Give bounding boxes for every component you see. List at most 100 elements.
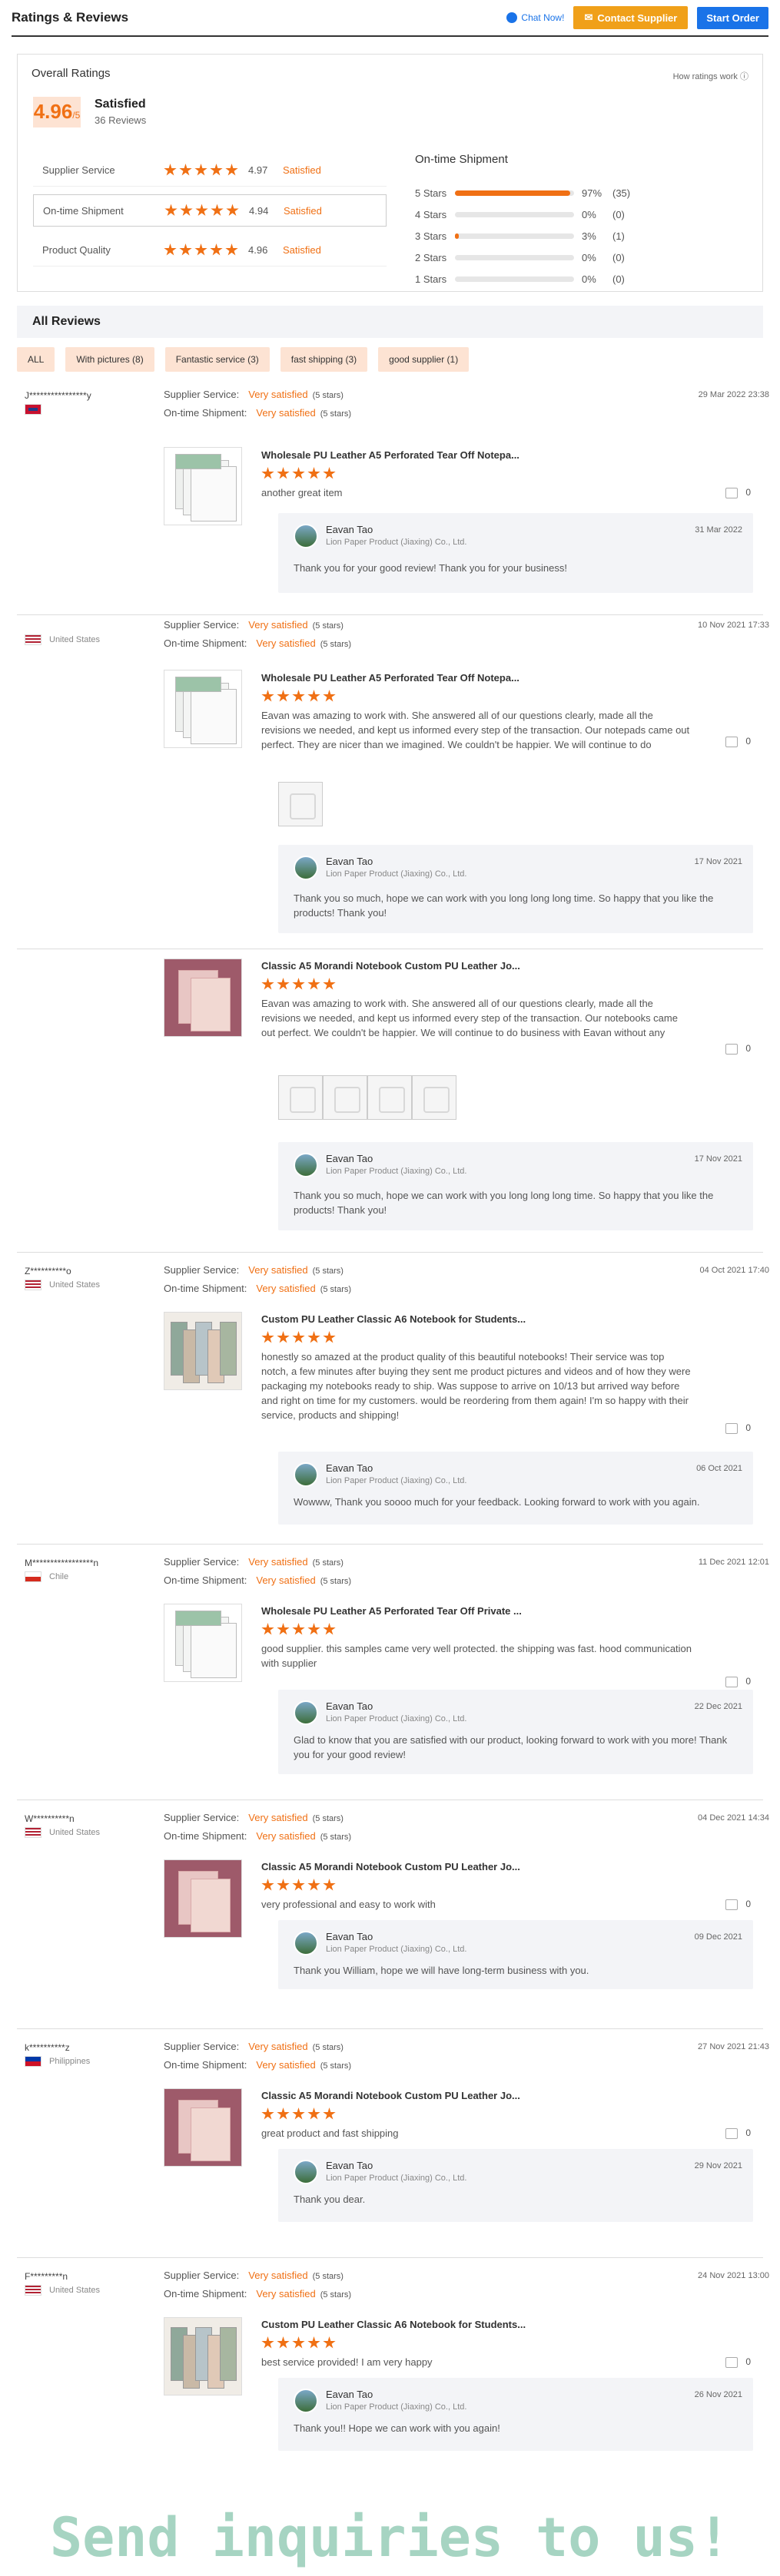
star-icon bbox=[180, 204, 193, 216]
star-icon bbox=[226, 204, 239, 216]
supplier-reply: Eavan Tao Lion Paper Product (Jiaxing) Co… bbox=[278, 513, 753, 593]
reply-text: Thank you so much, hope we can work with… bbox=[294, 1190, 714, 1216]
product-title[interactable]: Classic A5 Morandi Notebook Custom PU Le… bbox=[261, 2090, 520, 2101]
metric-status: Satisfied bbox=[283, 244, 321, 256]
supplier-reply: Eavan Tao Lion Paper Product (Jiaxing) Co… bbox=[278, 845, 753, 933]
review-body: good supplier. this samples came very we… bbox=[261, 1643, 692, 1669]
contact-supplier-button[interactable]: ✉ Contact Supplier bbox=[573, 6, 689, 29]
like-count: 0 bbox=[745, 1899, 751, 1909]
bar-label: 5 Stars bbox=[415, 187, 447, 199]
review-stars bbox=[261, 2336, 336, 2349]
metric-label: Supplier Service bbox=[42, 164, 115, 176]
product-thumbnail[interactable] bbox=[164, 959, 242, 1037]
review-divider bbox=[17, 2257, 763, 2258]
bar-count: (0) bbox=[612, 273, 625, 285]
star-icon bbox=[307, 978, 320, 990]
notebook-cover bbox=[175, 454, 221, 469]
star-icon bbox=[225, 243, 238, 256]
notebook-shape bbox=[220, 2327, 237, 2381]
star-icon bbox=[261, 1879, 274, 1891]
like-button[interactable]: 0 bbox=[725, 736, 751, 747]
review-photo[interactable] bbox=[278, 1075, 323, 1120]
like-button[interactable]: 0 bbox=[725, 1043, 751, 1055]
filter-chip[interactable]: good supplier (1) bbox=[378, 347, 470, 372]
review-photo[interactable] bbox=[367, 1075, 412, 1120]
rating-metric: On-time Shipment 4.94 Satisfied bbox=[33, 194, 387, 227]
supplier-reply: Eavan Tao Lion Paper Product (Jiaxing) Co… bbox=[278, 1452, 753, 1525]
start-order-button[interactable]: Start Order bbox=[697, 6, 768, 29]
review-stars bbox=[261, 2107, 336, 2121]
like-button[interactable]: 0 bbox=[725, 2356, 751, 2368]
star-icon bbox=[307, 1879, 320, 1891]
rating-status: Very satisfied bbox=[248, 2270, 308, 2281]
review-text: best service provided! I am very happy bbox=[261, 2355, 692, 2370]
rating-label: On-time Shipment: bbox=[164, 1574, 247, 1586]
vendor-name: Eavan Tao bbox=[326, 2160, 373, 2171]
metric-stars bbox=[164, 243, 248, 257]
product-title[interactable]: Wholesale PU Leather A5 Perforated Tear … bbox=[261, 449, 519, 461]
rating-status: Very satisfied bbox=[248, 619, 308, 631]
product-title[interactable]: Wholesale PU Leather A5 Perforated Tear … bbox=[261, 672, 519, 684]
supplier-service-rating: Supplier Service: Very satisfied (5 stars) bbox=[164, 619, 344, 631]
product-title[interactable]: Wholesale PU Leather A5 Perforated Tear … bbox=[261, 1605, 522, 1617]
ratings-header: Ratings & Reviews Chat Now! ✉ Contact Sup… bbox=[12, 0, 768, 37]
filter-chip[interactable]: Fantastic service (3) bbox=[164, 347, 270, 372]
product-thumbnail[interactable] bbox=[164, 2317, 242, 2396]
rating-stars-text: (5 stars) bbox=[312, 391, 344, 400]
product-thumbnail[interactable] bbox=[164, 447, 242, 525]
chat-now-link[interactable]: Chat Now! bbox=[506, 12, 564, 23]
product-title[interactable]: Custom PU Leather Classic A6 Notebook fo… bbox=[261, 2319, 526, 2330]
product-thumbnail[interactable] bbox=[164, 1312, 242, 1390]
notebook-shape bbox=[220, 1322, 237, 1376]
vendor-company: Lion Paper Product (Jiaxing) Co., Ltd. bbox=[326, 1476, 467, 1485]
like-button[interactable]: 0 bbox=[725, 1676, 751, 1687]
supplier-service-rating: Supplier Service: Very satisfied (5 stars) bbox=[164, 2041, 344, 2052]
metric-stars bbox=[164, 204, 249, 217]
product-thumbnail[interactable] bbox=[164, 1859, 242, 1938]
bar-label: 3 Stars bbox=[415, 230, 447, 242]
rating-status: Very satisfied bbox=[256, 2288, 316, 2300]
product-thumbnail[interactable] bbox=[164, 670, 242, 748]
review-photo[interactable] bbox=[323, 1075, 367, 1120]
review-stars bbox=[261, 1331, 336, 1344]
star-icon bbox=[323, 1331, 336, 1343]
like-button[interactable]: 0 bbox=[725, 2127, 751, 2139]
rating-stars-text: (5 stars) bbox=[320, 2290, 352, 2300]
metric-label: On-time Shipment bbox=[43, 204, 124, 217]
product-title[interactable]: Custom PU Leather Classic A6 Notebook fo… bbox=[261, 1313, 526, 1325]
product-thumbnail[interactable] bbox=[164, 1604, 242, 1682]
bar-count: (0) bbox=[612, 251, 625, 263]
rating-metric: Supplier Service 4.97 Satisfied bbox=[33, 154, 387, 187]
filter-chip[interactable]: ALL bbox=[17, 347, 55, 372]
product-title[interactable]: Classic A5 Morandi Notebook Custom PU Le… bbox=[261, 1861, 520, 1872]
supplier-reply: Eavan Tao Lion Paper Product (Jiaxing) Co… bbox=[278, 1690, 753, 1774]
star-icon bbox=[292, 1331, 305, 1343]
review-text: honestly so amazed at the product qualit… bbox=[261, 1349, 692, 1422]
star-icon bbox=[277, 690, 290, 702]
chat-icon bbox=[506, 12, 518, 23]
thumbs-up-icon bbox=[725, 1899, 739, 1910]
reply-date: 26 Nov 2021 bbox=[694, 2390, 742, 2399]
review-date: 04 Dec 2021 14:34 bbox=[698, 1813, 769, 1823]
how-ratings-work-link[interactable]: How ratings work ⓘ bbox=[673, 70, 748, 82]
like-count: 0 bbox=[745, 1422, 751, 1433]
bar-track bbox=[455, 276, 574, 282]
filter-chip[interactable]: With pictures (8) bbox=[65, 347, 154, 372]
product-thumbnail[interactable] bbox=[164, 2088, 242, 2167]
like-button[interactable]: 0 bbox=[725, 1899, 751, 1910]
review-photo[interactable] bbox=[278, 782, 323, 826]
review-date: 11 Dec 2021 12:01 bbox=[698, 1558, 769, 1567]
bar-percent: 3% bbox=[582, 230, 596, 242]
like-button[interactable]: 0 bbox=[725, 487, 751, 498]
rating-stars-text: (5 stars) bbox=[312, 2043, 344, 2052]
review-photo[interactable] bbox=[412, 1075, 456, 1120]
product-title[interactable]: Classic A5 Morandi Notebook Custom PU Le… bbox=[261, 960, 520, 972]
vendor-avatar bbox=[294, 1153, 318, 1177]
like-button[interactable]: 0 bbox=[725, 1422, 751, 1434]
star-icon bbox=[277, 1879, 290, 1891]
bar-fill bbox=[455, 190, 571, 196]
filter-chip[interactable]: fast shipping (3) bbox=[280, 347, 368, 372]
reviewer-name: M*****************n bbox=[25, 1558, 99, 1568]
rating-label: On-time Shipment: bbox=[164, 2059, 247, 2071]
vendor-name: Eavan Tao bbox=[326, 1700, 373, 1712]
